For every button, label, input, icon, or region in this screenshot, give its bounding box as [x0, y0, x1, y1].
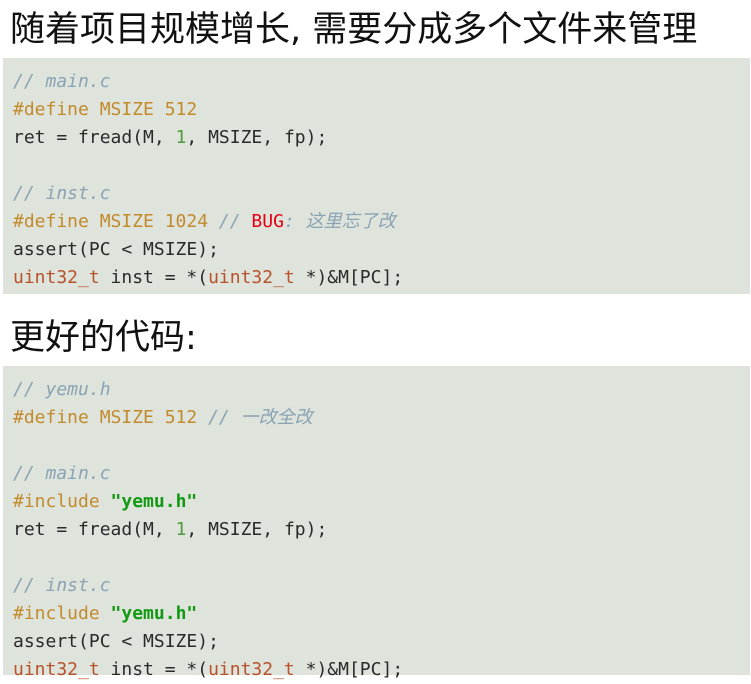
comment: // main.c: [13, 71, 111, 92]
code-line: assert(PC < MSIZE);: [13, 628, 740, 656]
code-text: ret = fread(M,: [13, 519, 176, 540]
code-text: ret = fread(M,: [13, 127, 176, 148]
code-line: // inst.c: [13, 180, 740, 208]
comment: // inst.c: [13, 575, 111, 596]
code-text: assert(PC < MSIZE);: [13, 631, 219, 652]
string-literal: "yemu.h": [110, 603, 198, 624]
code-text: inst = *(: [99, 659, 209, 680]
comment: // yemu.h: [13, 379, 111, 400]
comment: // main.c: [13, 463, 111, 484]
type-name: uint32_t: [208, 659, 295, 680]
type-name: uint32_t: [13, 659, 100, 680]
code-line: // main.c: [13, 460, 740, 488]
code-line: #define MSIZE 512: [13, 96, 740, 124]
string-literal: "yemu.h": [110, 491, 198, 512]
code-text: *)&M[PC];: [294, 659, 404, 680]
define-body: MSIZE 512: [88, 407, 209, 428]
code-text: inst = *(: [99, 267, 209, 288]
comment: //: [218, 211, 252, 232]
bug-marker: BUG: [251, 211, 284, 232]
code-line: assert(PC < MSIZE);: [13, 236, 740, 264]
code-line: #define MSIZE 1024 // BUG: 这里忘了改: [13, 208, 740, 236]
code-line: uint32_t inst = *(uint32_t *)&M[PC];: [13, 264, 740, 292]
code-block-after: // yemu.h #define MSIZE 512 // 一改全改 // m…: [3, 366, 750, 680]
code-line: ret = fread(M, 1, MSIZE, fp);: [13, 516, 740, 544]
code-line: #include "yemu.h": [13, 488, 740, 516]
define-directive: #define: [13, 211, 89, 232]
define-body: MSIZE 512: [88, 99, 198, 120]
comment: : 这里忘了改: [283, 211, 396, 232]
define-body: MSIZE 1024: [88, 211, 219, 232]
code-block-before: // main.c #define MSIZE 512 ret = fread(…: [3, 58, 750, 294]
number-literal: 1: [175, 519, 187, 540]
comment: // 一改全改: [208, 407, 313, 428]
define-directive: #define: [13, 407, 89, 428]
number-literal: 1: [175, 127, 187, 148]
code-line: #define MSIZE 512 // 一改全改: [13, 404, 740, 432]
define-directive: #define: [13, 99, 89, 120]
include-directive: #include: [13, 603, 111, 624]
comment: // inst.c: [13, 183, 111, 204]
code-text: assert(PC < MSIZE);: [13, 239, 219, 260]
code-line: // yemu.h: [13, 376, 740, 404]
code-text: , MSIZE, fp);: [186, 519, 328, 540]
code-line: #include "yemu.h": [13, 600, 740, 628]
page-title: 随着项目规模增长, 需要分成多个文件来管理: [10, 10, 698, 50]
type-name: uint32_t: [13, 267, 100, 288]
code-line: // main.c: [13, 68, 740, 96]
code-line: uint32_t inst = *(uint32_t *)&M[PC];: [13, 656, 740, 684]
type-name: uint32_t: [208, 267, 295, 288]
code-line: ret = fread(M, 1, MSIZE, fp);: [13, 124, 740, 152]
code-line: // inst.c: [13, 572, 740, 600]
code-text: *)&M[PC];: [294, 267, 404, 288]
include-directive: #include: [13, 491, 111, 512]
code-text: , MSIZE, fp);: [186, 127, 328, 148]
section-heading: 更好的代码:: [10, 318, 197, 358]
